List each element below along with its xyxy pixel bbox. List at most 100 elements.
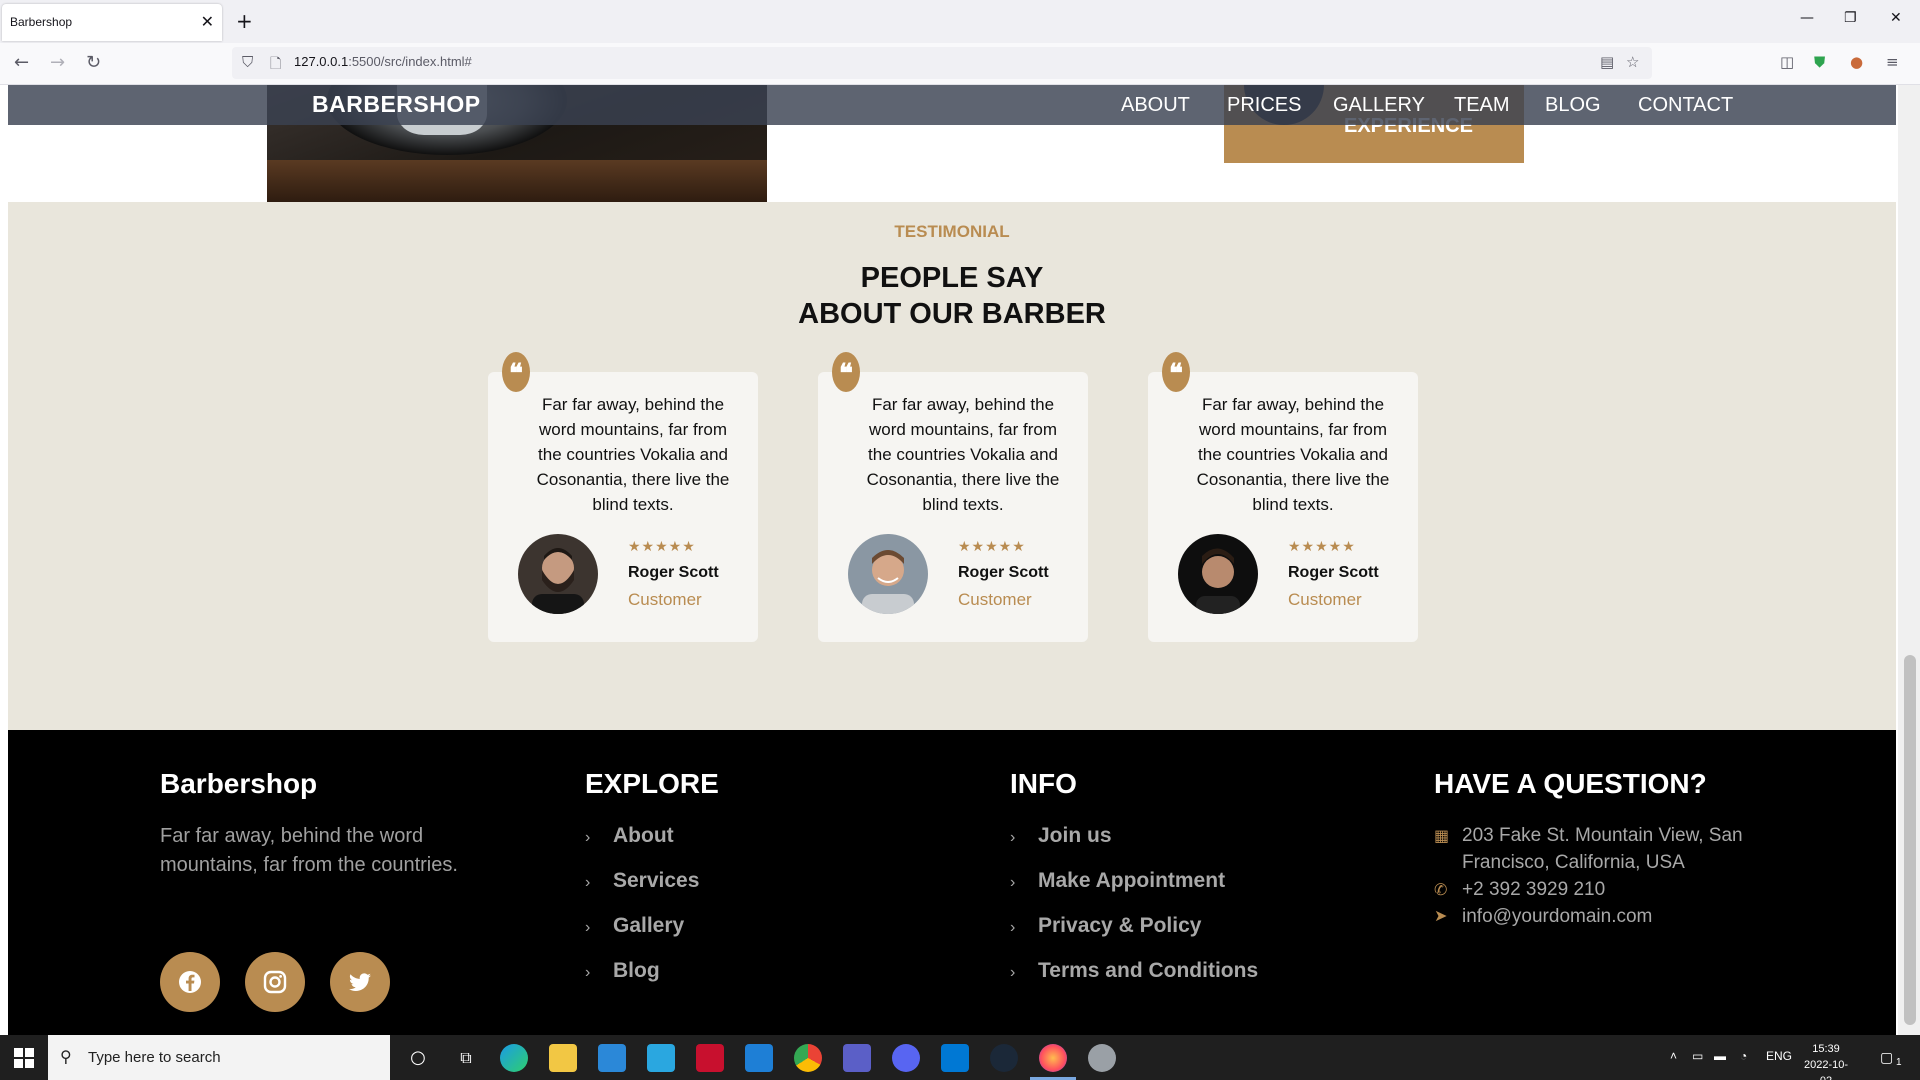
chevron-right-icon: › [1010,874,1016,891]
quote-icon: ❝ [1162,352,1190,392]
nav-team[interactable]: TEAM [1454,94,1510,117]
close-tab-icon[interactable]: ✕ [201,12,214,31]
footer-link-services[interactable]: › Services [585,869,699,893]
footer-link-about[interactable]: › About [585,824,674,848]
footer-link-make-appointment[interactable]: › Make Appointment [1010,869,1225,893]
left-edge [0,85,8,1035]
system-clock[interactable]: 15:39 2022-10-02 [1798,1041,1854,1080]
windows-start-icon[interactable] [14,1048,34,1068]
testimonial-text: Far far away, behind the word mountains,… [866,395,1060,514]
customer-name: Roger Scott [958,564,1049,581]
customer-name: Roger Scott [1288,564,1379,581]
teams-icon[interactable] [843,1044,871,1072]
tray-chevron-icon[interactable]: ˄ [1670,1049,1677,1063]
bookmark-star-icon[interactable]: ☆ [1626,53,1639,71]
footer-link-join-us[interactable]: › Join us [1010,824,1112,848]
back-icon[interactable]: ← [14,52,29,73]
footer-link-gallery[interactable]: › Gallery [585,914,684,938]
app-l-icon[interactable] [647,1044,675,1072]
store-icon[interactable] [598,1044,626,1072]
site-footer: Barbershop Far far away, behind the word… [8,730,1896,1035]
reload-icon[interactable]: ↻ [86,52,101,73]
nav-about[interactable]: ABOUT [1121,94,1190,117]
battery-icon[interactable]: ▬ [1714,1049,1726,1063]
nav-blog[interactable]: BLOG [1545,94,1601,117]
facebook-icon[interactable] [160,952,220,1012]
firefox-icon[interactable] [1039,1044,1067,1072]
footer-link-privacy-policy[interactable]: › Privacy & Policy [1010,914,1201,938]
tab-title: Barbershop [10,15,73,29]
testimonial-text: Far far away, behind the word mountains,… [536,395,730,514]
minimize-icon[interactable]: — [1800,10,1814,26]
chevron-right-icon: › [1010,919,1016,936]
site-header: BARBERSHOP ABOUT PRICES GALLERY TEAM BLO… [8,85,1896,125]
customer-role: Customer [1288,590,1362,609]
page-scrollbar[interactable] [1898,85,1920,1035]
windows-taskbar: ⚲ Type here to search ○ ⧉ ˄ ▭ ▬ ◔ ENG 15… [0,1035,1920,1080]
title-line-1: PEOPLE SAY [860,262,1044,294]
footer-link-blog[interactable]: › Blog [585,959,660,983]
mail-icon[interactable] [745,1044,773,1072]
search-placeholder: Type here to search [88,1049,221,1066]
chevron-right-icon: › [1010,829,1016,846]
notification-icon[interactable]: ▢ [1880,1049,1893,1066]
rating-stars: ★★★★★ [958,539,1026,555]
wifi-icon[interactable]: ◔ [1740,1049,1747,1063]
steam-icon[interactable] [990,1044,1018,1072]
avatar [848,534,928,614]
vscode-icon[interactable] [941,1044,969,1072]
testimonial-text: Far far away, behind the word mountains,… [1196,395,1390,514]
app-icon[interactable] [1088,1044,1116,1072]
map-icon: ▦ [1434,826,1450,845]
phone-number[interactable]: +2 392 3929 210 [1462,876,1605,903]
restore-icon[interactable]: ❐ [1844,10,1857,26]
customer-name: Roger Scott [628,564,719,581]
info-heading: INFO [1010,768,1077,799]
avatar [1178,534,1258,614]
shield-icon[interactable]: ⛉ [242,53,253,71]
rating-stars: ★★★★★ [1288,539,1356,555]
nav-prices[interactable]: PRICES [1227,94,1301,117]
browser-tab[interactable]: Barbershop ✕ [2,4,222,41]
forward-icon[interactable]: → [50,52,65,73]
footer-brand: Barbershop [160,768,318,799]
account-icon[interactable]: ● [1850,53,1863,71]
file-explorer-icon[interactable] [549,1044,577,1072]
extension-shield-icon[interactable]: ⛊ [1814,53,1825,71]
paper-plane-icon: ➤ [1434,906,1448,925]
twitter-icon[interactable] [330,952,390,1012]
chrome-icon[interactable] [794,1044,822,1072]
instagram-icon[interactable] [245,952,305,1012]
nav-contact[interactable]: CONTACT [1638,94,1733,117]
chevron-right-icon: › [585,874,591,891]
device-icon[interactable]: ▭ [1692,1049,1703,1063]
quote-icon: ❝ [832,352,860,392]
mcafee-icon[interactable] [696,1044,724,1072]
testimonial-section: TESTIMONIAL PEOPLE SAY ABOUT OUR BARBER … [8,202,1896,730]
question-heading: HAVE A QUESTION? [1434,768,1707,799]
url-bar[interactable]: ⛉ 🗋 127.0.0.1:5500/src/index.html# ▤ ☆ [232,47,1652,79]
menu-icon[interactable]: ≡ [1886,53,1899,71]
window-close-icon[interactable]: ✕ [1890,10,1902,26]
reader-view-icon[interactable]: ▤ [1600,53,1614,71]
edge-icon[interactable] [500,1044,528,1072]
notification-count: 1 [1896,1057,1902,1068]
email-address[interactable]: info@yourdomain.com [1462,903,1652,930]
task-view-icon[interactable]: ⧉ [452,1044,480,1072]
language-indicator[interactable]: ENG [1766,1049,1792,1063]
quote-icon: ❝ [502,352,530,392]
discord-icon[interactable] [892,1044,920,1072]
footer-link-terms[interactable]: › Terms and Conditions [1010,959,1258,983]
scroll-thumb[interactable] [1904,655,1916,1025]
address: 203 Fake St. Mountain View, San Francisc… [1462,825,1743,873]
search-icon: ⚲ [60,1047,72,1066]
chevron-right-icon: › [585,964,591,981]
cortana-icon[interactable]: ○ [404,1044,432,1072]
url-text[interactable]: 127.0.0.1:5500/src/index.html# [294,54,472,69]
nav-gallery[interactable]: GALLERY [1333,94,1425,117]
new-tab-icon[interactable]: + [236,9,253,33]
site-logo[interactable]: BARBERSHOP [312,91,481,118]
pocket-icon[interactable]: ◫ [1780,53,1794,71]
taskbar-search[interactable]: ⚲ Type here to search [48,1035,390,1080]
rating-stars: ★★★★★ [628,539,696,555]
